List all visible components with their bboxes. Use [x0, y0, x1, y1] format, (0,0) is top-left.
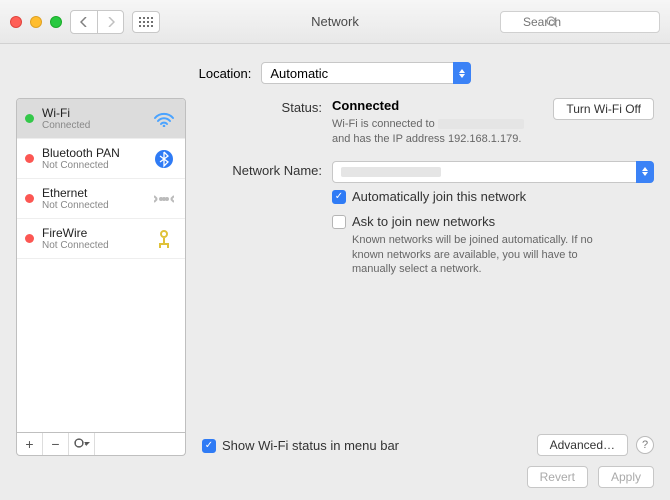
add-button[interactable]: + — [17, 433, 43, 455]
title-bar: Network — [0, 0, 670, 44]
apply-button[interactable]: Apply — [598, 466, 654, 488]
search-icon — [546, 16, 558, 28]
revert-button[interactable]: Revert — [527, 466, 588, 488]
status-label: Status: — [202, 98, 332, 147]
action-menu-button[interactable] — [69, 433, 95, 455]
sidebar-item-firewire[interactable]: FireWire Not Connected — [17, 219, 185, 259]
location-label: Location: — [199, 66, 252, 81]
redacted-network-name — [341, 167, 441, 177]
sidebar-item-ethernet[interactable]: Ethernet Not Connected — [17, 179, 185, 219]
item-sub: Not Connected — [42, 200, 143, 211]
close-icon[interactable] — [10, 16, 22, 28]
chevrons-icon — [453, 62, 471, 84]
advanced-button[interactable]: Advanced… — [537, 434, 628, 456]
status-dot-icon — [25, 154, 34, 163]
location-select[interactable]: Automatic — [261, 62, 471, 84]
ask-join-checkbox[interactable]: Ask to join new networks — [332, 214, 654, 229]
ethernet-icon — [151, 189, 177, 209]
list-footer: + − — [16, 433, 186, 456]
minimize-icon[interactable] — [30, 16, 42, 28]
show-all-button[interactable] — [132, 11, 160, 33]
window-controls — [10, 16, 62, 28]
auto-join-checkbox[interactable]: Automatically join this network — [332, 189, 654, 204]
show-status-checkbox[interactable]: Show Wi-Fi status in menu bar — [202, 438, 399, 453]
item-name: FireWire — [42, 226, 143, 240]
main-panel: Status: Connected Wi-Fi is connected to … — [202, 98, 654, 456]
item-sub: Connected — [42, 120, 143, 131]
status-note: Wi-Fi is connected to and has the IP add… — [332, 117, 537, 147]
sidebar-item-bluetooth[interactable]: Bluetooth PAN Not Connected — [17, 139, 185, 179]
remove-button[interactable]: − — [43, 433, 69, 455]
status-value: Connected — [332, 98, 399, 113]
network-name-select[interactable] — [332, 161, 654, 183]
content: Location: Automatic Wi-Fi Connected — [0, 44, 670, 500]
network-name-label: Network Name: — [202, 161, 332, 183]
item-name: Ethernet — [42, 186, 143, 200]
location-value: Automatic — [270, 66, 328, 81]
status-dot-icon — [25, 194, 34, 203]
nav-back-forward — [70, 10, 124, 34]
ask-join-help: Known networks will be joined automatica… — [352, 233, 612, 278]
bluetooth-icon — [151, 149, 177, 169]
wifi-icon — [151, 109, 177, 129]
service-list: Wi-Fi Connected Bluetooth PAN Not Connec… — [16, 98, 186, 433]
help-button[interactable]: ? — [636, 436, 654, 454]
location-row: Location: Automatic — [16, 62, 654, 84]
sidebar-item-wifi[interactable]: Wi-Fi Connected — [17, 99, 185, 139]
status-dot-icon — [25, 114, 34, 123]
show-status-label: Show Wi-Fi status in menu bar — [222, 438, 399, 453]
search-wrap — [500, 11, 660, 33]
wifi-toggle-button[interactable]: Turn Wi-Fi Off — [553, 98, 654, 120]
checkbox-icon — [332, 215, 346, 229]
search-input[interactable] — [500, 11, 660, 33]
chevrons-icon — [636, 161, 654, 183]
firewire-icon — [151, 229, 177, 249]
checkbox-icon — [202, 439, 216, 453]
item-sub: Not Connected — [42, 240, 143, 251]
item-name: Wi-Fi — [42, 106, 143, 120]
auto-join-label: Automatically join this network — [352, 189, 526, 204]
checkbox-icon — [332, 190, 346, 204]
redacted-network — [438, 119, 524, 129]
ask-join-label: Ask to join new networks — [352, 214, 495, 229]
item-name: Bluetooth PAN — [42, 146, 143, 160]
dialog-footer: Revert Apply — [16, 456, 654, 488]
status-dot-icon — [25, 234, 34, 243]
forward-button[interactable] — [97, 11, 123, 33]
service-sidebar: Wi-Fi Connected Bluetooth PAN Not Connec… — [16, 98, 186, 456]
zoom-icon[interactable] — [50, 16, 62, 28]
back-button[interactable] — [71, 11, 97, 33]
item-sub: Not Connected — [42, 160, 143, 171]
